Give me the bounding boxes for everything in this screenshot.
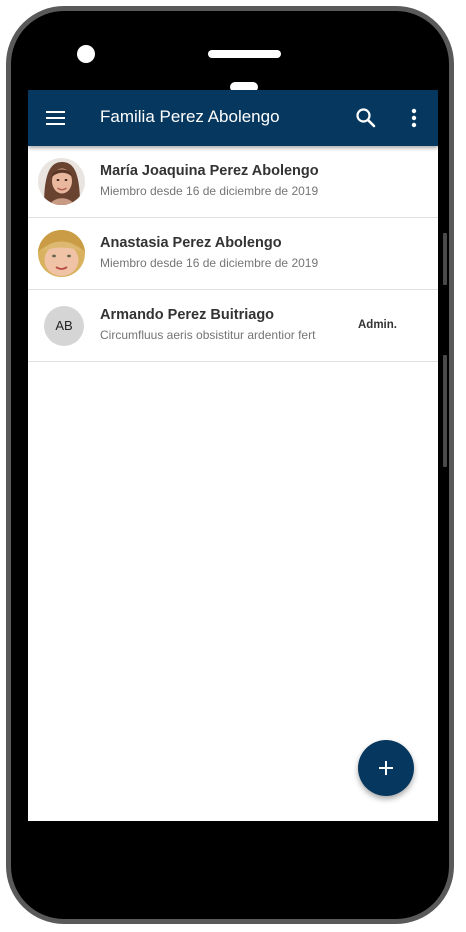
plus-icon	[379, 761, 393, 775]
app-bar: Familia Perez Abolengo	[28, 90, 438, 146]
member-subtitle: Miembro desde 16 de diciembre de 2019	[100, 184, 319, 198]
role-badge: Admin.	[358, 319, 397, 331]
list-item[interactable]: Anastasia Perez Abolengo Miembro desde 1…	[28, 218, 438, 290]
list-item[interactable]: AB Armando Perez Buitriago Circumfluus a…	[28, 290, 438, 362]
member-list: María Joaquina Perez Abolengo Miembro de…	[28, 146, 438, 362]
list-item[interactable]: María Joaquina Perez Abolengo Miembro de…	[28, 146, 438, 218]
app-screen: Familia Perez Abolengo María Joaquina Pe…	[28, 90, 438, 821]
phone-volume-button	[443, 355, 447, 467]
member-subtitle: Miembro desde 16 de diciembre de 2019	[100, 256, 319, 270]
phone-side-button	[443, 233, 447, 285]
member-subtitle: Circumfluus aeris obsistitur ardentior f…	[100, 328, 316, 342]
menu-icon[interactable]	[46, 109, 66, 127]
avatar	[38, 158, 85, 205]
front-camera	[77, 45, 95, 63]
more-vert-icon[interactable]	[404, 106, 424, 130]
search-icon[interactable]	[355, 107, 377, 129]
avatar: AB	[44, 306, 84, 346]
earpiece-speaker	[208, 50, 281, 58]
member-name: Anastasia Perez Abolengo	[100, 235, 282, 251]
page-title: Familia Perez Abolengo	[100, 107, 280, 126]
avatar	[38, 230, 85, 277]
member-name: Armando Perez Buitriago	[100, 307, 275, 323]
member-name: María Joaquina Perez Abolengo	[100, 163, 319, 179]
add-member-button[interactable]	[358, 740, 414, 796]
